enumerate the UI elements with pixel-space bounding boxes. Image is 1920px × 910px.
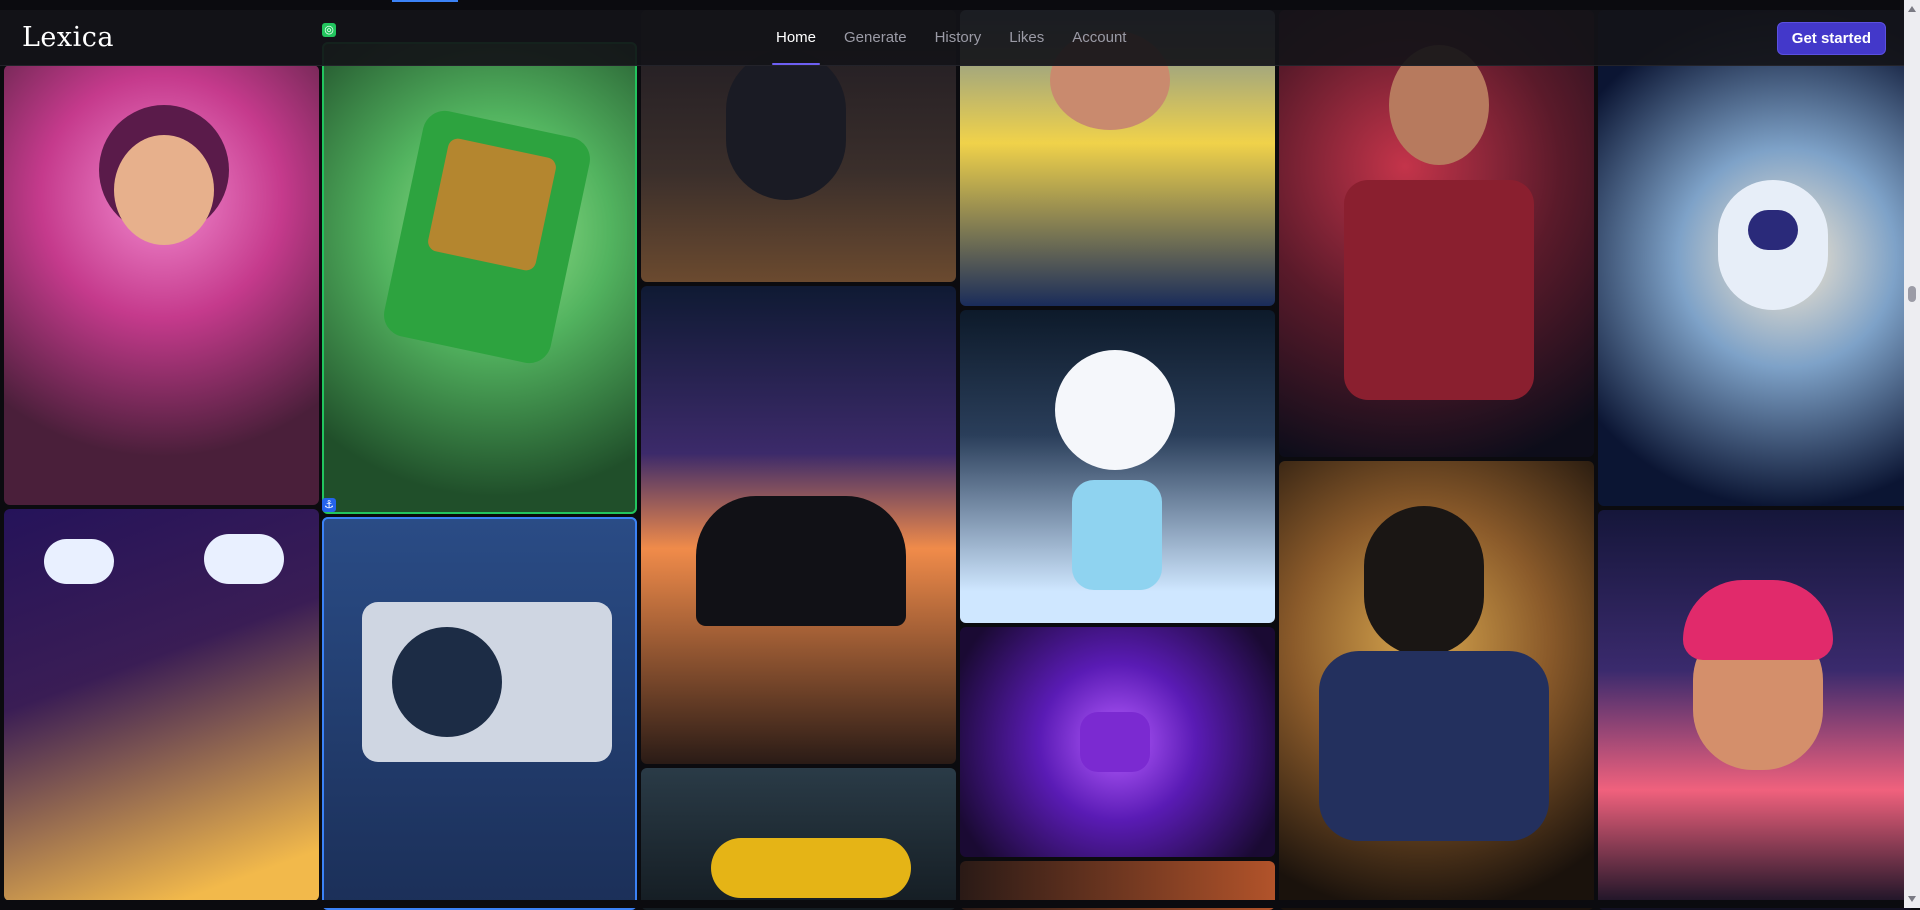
scroll-down-arrow-icon[interactable]: [1908, 896, 1916, 902]
bottom-edge: [0, 900, 1920, 908]
top-progress-indicator: [392, 0, 458, 2]
nav-item-home[interactable]: Home: [762, 10, 830, 65]
logo[interactable]: Lexica: [22, 22, 114, 53]
armor-shape: [1344, 180, 1534, 400]
dog-armor-shape: [1319, 651, 1549, 841]
app-frame: ◎ ⚓ Lexica Home Generate History Likes A…: [0, 0, 1920, 910]
cloud-shape: [204, 534, 284, 584]
scroll-up-arrow-icon[interactable]: [1908, 6, 1916, 12]
image-tile-rabbit-astronaut-toy[interactable]: [960, 310, 1275, 623]
image-tile-isometric-island-cars[interactable]: [4, 509, 319, 901]
image-tile-green-handheld-console[interactable]: [322, 42, 637, 514]
mug-shape: [1080, 712, 1150, 772]
scrollbar-thumb[interactable]: [1908, 286, 1916, 302]
image-gallery: [4, 10, 1913, 910]
cat-shape: [726, 50, 846, 200]
target-icon[interactable]: ◎: [322, 23, 336, 37]
image-tile-astronaut-planet[interactable]: [1598, 10, 1913, 506]
people-silhouette-shape: [696, 496, 906, 626]
rabbit-suit-shape: [1072, 480, 1162, 590]
anchor-icon[interactable]: ⚓: [322, 498, 336, 512]
vertical-scrollbar[interactable]: [1904, 0, 1920, 908]
hair-shape: [1683, 580, 1833, 660]
camera-lens-shape: [392, 627, 502, 737]
rabbit-head-shape: [1055, 350, 1175, 470]
image-tile-purple-mug-clouds[interactable]: [960, 627, 1275, 857]
console-screen-shape: [426, 136, 558, 273]
face-shape: [114, 135, 214, 245]
image-tile-armored-hero-man[interactable]: [1279, 10, 1594, 457]
image-tile-cartoon-doctor-woman[interactable]: [4, 65, 319, 505]
main-nav: Home Generate History Likes Account: [762, 10, 1140, 65]
helmet-visor-shape: [1748, 210, 1798, 250]
nav-item-account[interactable]: Account: [1058, 10, 1140, 65]
image-tile-dachshund-armor[interactable]: [1279, 461, 1594, 910]
nav-item-generate[interactable]: Generate: [830, 10, 921, 65]
image-tile-white-camera[interactable]: [322, 517, 637, 910]
top-navbar: Lexica Home Generate History Likes Accou…: [0, 10, 1904, 66]
nav-item-likes[interactable]: Likes: [995, 10, 1058, 65]
cloud-shape: [44, 539, 114, 584]
dog-head-shape: [1364, 506, 1484, 656]
image-tile-motorcycle[interactable]: [641, 768, 956, 910]
nav-item-history[interactable]: History: [921, 10, 996, 65]
image-tile-sunset-friends[interactable]: [641, 286, 956, 764]
image-tile-neon-anime-man[interactable]: [1598, 510, 1913, 910]
get-started-button[interactable]: Get started: [1776, 22, 1886, 55]
motorcycle-shape: [711, 838, 911, 898]
